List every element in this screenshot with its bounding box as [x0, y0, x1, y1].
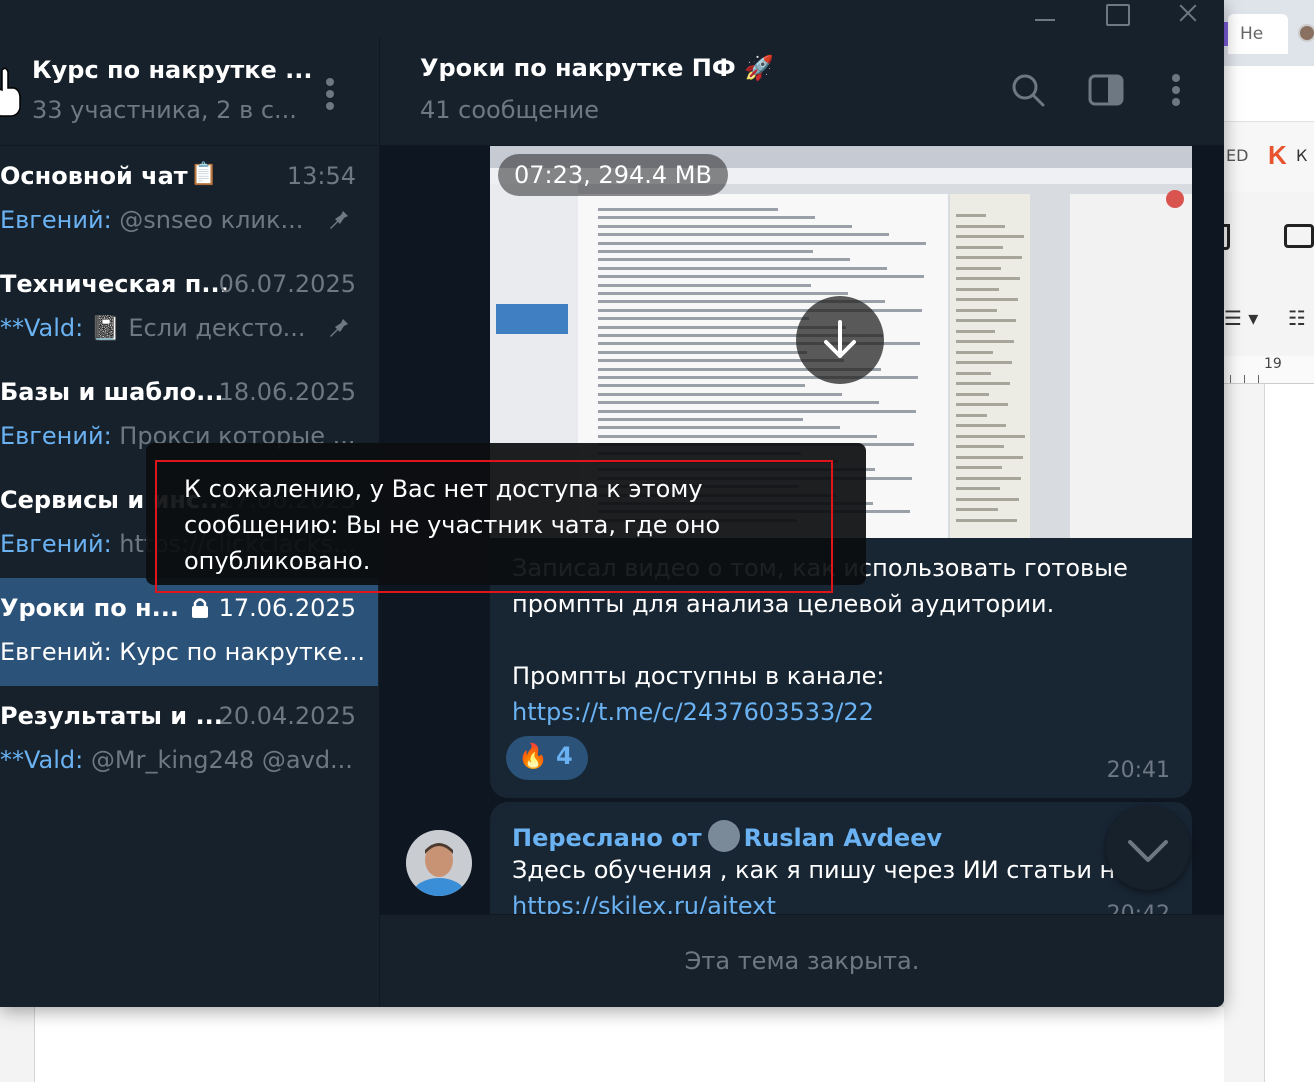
bg-numbered-list-icon[interactable]: ☷	[1288, 306, 1306, 330]
pin-icon	[330, 316, 348, 337]
title-bar	[0, 0, 1224, 36]
topic-date: 17.06.2025	[218, 594, 356, 622]
bg-bracket-icon[interactable]	[1224, 224, 1230, 250]
topic-title: Уроки по н...	[0, 594, 179, 622]
topic-sender: Евгений:	[0, 638, 112, 666]
fire-icon: 🔥	[518, 742, 548, 770]
close-button[interactable]	[1154, 0, 1224, 36]
topic-preview: Евгений: @snseo клик...	[0, 206, 303, 234]
reaction-badge[interactable]: 🔥 4	[506, 736, 588, 780]
topic-preview-text: Курс по накрутке...	[111, 638, 366, 666]
group-header[interactable]: Курс по накрутке ... 33 участника, 2 в с…	[0, 36, 380, 146]
bg-toolbar-label: ED	[1226, 146, 1249, 165]
topic-date: 18.06.2025	[218, 378, 356, 406]
topic-sender: **Vald:	[0, 746, 84, 774]
bg-k-logo-icon: K	[1268, 140, 1287, 170]
forwarded-text: Здесь обучения , как я пишу через ИИ ста…	[512, 856, 1130, 884]
topic-date: 06.07.2025	[218, 270, 356, 298]
topic-preview: Евгений: Курс по накрутке...	[0, 638, 365, 666]
bg-document-page-bottom	[34, 1007, 1224, 1082]
message-count: 41 сообщение	[420, 96, 599, 124]
composer-bar: Эта тема закрыта.	[380, 914, 1224, 1007]
topic-preview-text: 📓 Если декстo...	[83, 314, 306, 342]
video-duration-badge: 07:23, 294.4 MB	[498, 154, 728, 196]
chat-header[interactable]: Уроки по накрутке ПФ 🚀 41 сообщение	[380, 36, 1224, 146]
forward-avatar-icon	[707, 820, 740, 852]
bg-ruler-number: 19	[1264, 356, 1282, 372]
bg-avatar-icon[interactable]	[1298, 24, 1314, 42]
background-app: Не ED K К ☰ ▾ ☷ 19	[1224, 0, 1314, 1082]
topic-item[interactable]: Уроки по н... 17.06.2025 Евгений: Курс по …	[0, 578, 378, 686]
bg-toolbar	[1224, 66, 1314, 122]
highlight-box	[155, 460, 833, 593]
forwarded-time: 20:42	[1107, 902, 1170, 914]
topic-preview: **Vald: @Mr_king248 @avd...	[0, 746, 353, 774]
forwarded-from[interactable]: Переслано от Ruslan Avdeev	[512, 820, 942, 852]
topic-preview: **Vald: 📓 Если декстo...	[0, 314, 306, 342]
topic-date: 20.04.2025	[218, 702, 356, 730]
forwarded-link[interactable]: https://skilex.ru/aitext	[512, 892, 776, 914]
topic-preview-text: @Mr_king248 @avd...	[83, 746, 353, 774]
topic-closed-notice: Эта тема закрыта.	[684, 947, 920, 975]
clipboard-icon: 📋	[190, 162, 218, 187]
bg-camera-icon[interactable]	[1284, 224, 1314, 248]
forwarded-message-bubble[interactable]: Переслано от Ruslan Avdeev Здесь обучения…	[490, 802, 1192, 914]
bg-logo-tail: К	[1296, 146, 1308, 165]
message-time: 20:41	[1106, 758, 1170, 783]
group-members: 33 участника, 2 в с...	[32, 96, 297, 124]
bg-list-icon[interactable]: ☰ ▾	[1224, 306, 1258, 330]
topic-sender: Евгений:	[0, 422, 112, 450]
topic-item[interactable]: Основной чат 📋 13:54 Евгений: @snseo клик..…	[0, 146, 378, 254]
hand-cursor-icon	[0, 67, 21, 117]
bg-document-page	[1264, 384, 1314, 1082]
topic-title: Базы и шабло...	[0, 378, 224, 406]
download-icon[interactable]	[796, 296, 884, 384]
bg-tabbar: Не	[1224, 0, 1314, 66]
lock-icon	[192, 598, 208, 618]
topic-preview-text: @snseo клик...	[111, 206, 304, 234]
bg-document-area	[0, 1007, 1224, 1082]
avatar[interactable]	[406, 830, 472, 896]
topic-title: Основной чат	[0, 162, 188, 190]
scroll-down-icon[interactable]	[1106, 806, 1190, 890]
pin-icon	[330, 208, 348, 229]
chat-more-icon[interactable]	[1164, 70, 1188, 110]
bg-tab[interactable]: Не	[1228, 14, 1288, 54]
reaction-count: 4	[556, 742, 573, 770]
maximize-button[interactable]	[1082, 0, 1152, 36]
message-link[interactable]: https://t.me/c/2437603533/22	[512, 694, 1172, 730]
minimize-button[interactable]	[1010, 0, 1080, 36]
chat-title: Уроки по накрутке ПФ 🚀	[420, 54, 774, 82]
more-vertical-icon[interactable]	[318, 74, 342, 114]
topic-sender: Евгений:	[0, 530, 112, 558]
topic-item[interactable]: Техническая п... 06.07.2025 **Vald: 📓 Если…	[0, 254, 378, 362]
topic-item[interactable]: Результаты и ... 20.04.2025 **Vald: @Mr_ki…	[0, 686, 378, 794]
topic-sender: Евгений:	[0, 206, 112, 234]
topic-date: 13:54	[286, 162, 356, 190]
bg-ruler: 19	[1224, 356, 1314, 384]
topic-title: Результаты и ...	[0, 702, 223, 730]
topic-sender: **Vald:	[0, 314, 84, 342]
topic-title: Техническая п...	[0, 270, 229, 298]
side-panel-icon[interactable]	[1086, 70, 1126, 110]
group-title: Курс по накрутке ...	[32, 56, 313, 84]
search-icon[interactable]	[1008, 70, 1048, 110]
